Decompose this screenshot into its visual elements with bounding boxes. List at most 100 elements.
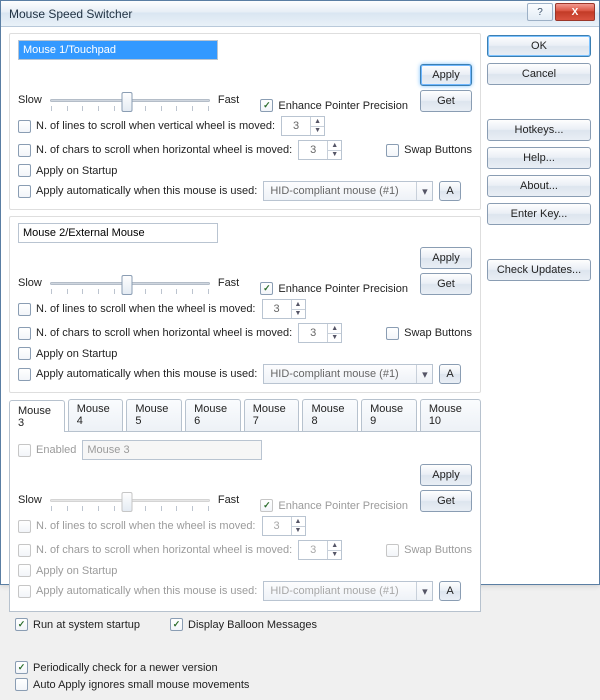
mouse1-hscroll-spin[interactable]: 3 ▲▼ [298,140,342,160]
mouse2-vscroll-checkbox[interactable]: N. of lines to scroll when the wheel is … [18,303,256,316]
combo-value: HID-compliant mouse (#1) [270,185,398,197]
tab-strip: Mouse 3 Mouse 4 Mouse 5 Mouse 6 Mouse 7 … [9,399,481,431]
mouse1-a-button[interactable]: A [439,181,460,201]
tab-mouse4[interactable]: Mouse 4 [68,399,124,431]
mouse2-vscroll-spin[interactable]: 3 ▲▼ [262,299,306,319]
get-label: Get [437,95,455,107]
tab-mouse9[interactable]: Mouse 9 [361,399,417,431]
tab-vscroll-label: N. of lines to scroll when the wheel is … [36,520,256,532]
hotkeys-label: Hotkeys... [515,124,564,136]
tab-autoapply-checkbox: Apply automatically when this mouse is u… [18,585,257,598]
spin-down-icon[interactable]: ▼ [292,310,305,319]
tab-enabled-checkbox[interactable]: Enabled [18,444,76,457]
checkbox-icon [18,327,31,340]
tab-hscroll-checkbox: N. of chars to scroll when horizontal wh… [18,544,292,557]
fast-label: Fast [218,494,239,506]
tab-startup-checkbox: Apply on Startup [18,564,117,577]
mouse2-a-button[interactable]: A [439,364,460,384]
cancel-button[interactable]: Cancel [487,63,591,85]
mouse2-startup-checkbox[interactable]: Apply on Startup [18,347,117,360]
mouse2-apply-button[interactable]: Apply [420,247,472,269]
mouse1-speed-slider[interactable] [50,88,210,112]
slow-label: Slow [18,494,42,506]
periodic-checkbox[interactable]: Periodically check for a newer version [15,661,218,674]
help-button[interactable]: Help... [487,147,591,169]
tab-mouse3[interactable]: Mouse 3 [9,400,65,432]
mouse1-vscroll-checkbox[interactable]: N. of lines to scroll when vertical whee… [18,120,275,133]
close-icon[interactable]: X [555,3,595,21]
help-icon[interactable]: ? [527,3,553,21]
check-updates-label: Check Updates... [497,264,581,276]
check-updates-button[interactable]: Check Updates... [487,259,591,281]
tab-mouse8[interactable]: Mouse 8 [302,399,358,431]
mouse1-get-button[interactable]: Get [420,90,472,112]
checkbox-icon [18,444,31,457]
mouse1-startup-checkbox[interactable]: Apply on Startup [18,164,117,177]
spin-up-icon[interactable]: ▲ [311,117,324,127]
tab-vscroll-checkbox: N. of lines to scroll when the wheel is … [18,520,256,533]
spin-up-icon[interactable]: ▲ [292,300,305,310]
mouse2-device-combo[interactable]: HID-compliant mouse (#1) ▾ [263,364,433,384]
mouse2-enhance-checkbox[interactable]: Enhance Pointer Precision [260,282,408,295]
window: Mouse Speed Switcher ? X Slow [0,0,600,585]
spin-value: 3 [282,120,310,132]
mouse1-vscroll-spin[interactable]: 3 ▲▼ [281,116,325,136]
window-title: Mouse Speed Switcher [9,7,132,21]
mouse2-autoapply-checkbox[interactable]: Apply automatically when this mouse is u… [18,368,257,381]
balloon-checkbox[interactable]: Display Balloon Messages [170,618,317,631]
combo-value: HID-compliant mouse (#1) [270,585,398,597]
spin-up-icon[interactable]: ▲ [328,324,341,334]
tab-mouse6[interactable]: Mouse 6 [185,399,241,431]
spin-up-icon: ▲ [328,541,341,551]
mouse2-swap-checkbox[interactable]: Swap Buttons [386,327,472,340]
titlebar: Mouse Speed Switcher ? X [1,1,599,27]
tab-label: Mouse 7 [253,403,286,427]
mouse1-apply-button[interactable]: Apply [420,64,472,86]
help-icon-glyph: ? [537,7,543,18]
mouse1-name-input[interactable] [18,40,218,60]
about-label: About... [520,180,558,192]
enterkey-label: Enter Key... [511,208,568,220]
checkbox-icon [18,185,31,198]
tab-mouse10[interactable]: Mouse 10 [420,399,481,431]
bottom-row1: Run at system startup Display Balloon Me… [9,612,481,674]
fast-label: Fast [218,277,239,289]
spin-down-icon[interactable]: ▼ [328,334,341,343]
ok-button[interactable]: OK [487,35,591,57]
mouse1-startup-label: Apply on Startup [36,165,117,177]
mouse2-get-button[interactable]: Get [420,273,472,295]
balloon-label: Display Balloon Messages [188,619,317,631]
mouse2-hscroll-spin[interactable]: 3 ▲▼ [298,323,342,343]
spin-down-icon[interactable]: ▼ [311,127,324,136]
mouse2-name-input[interactable] [18,223,218,243]
mouse1-hscroll-checkbox[interactable]: N. of chars to scroll when horizontal wh… [18,144,292,157]
bottom-row2: Auto Apply ignores small mouse movements [9,674,481,694]
side-column: OK Cancel Hotkeys... Help... About... En… [487,33,591,694]
mouse1-device-combo[interactable]: HID-compliant mouse (#1) ▾ [263,181,433,201]
spin-down-icon[interactable]: ▼ [328,151,341,160]
mouse1-autoapply-checkbox[interactable]: Apply automatically when this mouse is u… [18,185,257,198]
tab-vscroll-spin: 3 ▲▼ [262,516,306,536]
enterkey-button[interactable]: Enter Key... [487,203,591,225]
run-startup-checkbox[interactable]: Run at system startup [15,618,140,631]
apply-label: Apply [432,469,460,481]
tab-enhance-label: Enhance Pointer Precision [278,500,408,512]
checkbox-icon [260,499,273,512]
tab-swap-label: Swap Buttons [404,544,472,556]
mouse1-swap-checkbox[interactable]: Swap Buttons [386,144,472,157]
auto-apply-ignore-checkbox[interactable]: Auto Apply ignores small mouse movements [15,678,249,691]
about-button[interactable]: About... [487,175,591,197]
apply-label: Apply [432,69,460,81]
spin-up-icon[interactable]: ▲ [328,141,341,151]
mouse1-enhance-checkbox[interactable]: Enhance Pointer Precision [260,99,408,112]
tab-name-input[interactable] [82,440,262,460]
mouse2-group: Slow Fast Enhance Pointer Precision [9,216,481,393]
mouse2-hscroll-checkbox[interactable]: N. of chars to scroll when horizontal wh… [18,327,292,340]
checkbox-icon [18,544,31,557]
mouse2-speed-slider[interactable] [50,271,210,295]
combo-value: HID-compliant mouse (#1) [270,368,398,380]
tab-mouse7[interactable]: Mouse 7 [244,399,300,431]
tab-label: Mouse 3 [18,405,51,429]
tab-mouse5[interactable]: Mouse 5 [126,399,182,431]
hotkeys-button[interactable]: Hotkeys... [487,119,591,141]
